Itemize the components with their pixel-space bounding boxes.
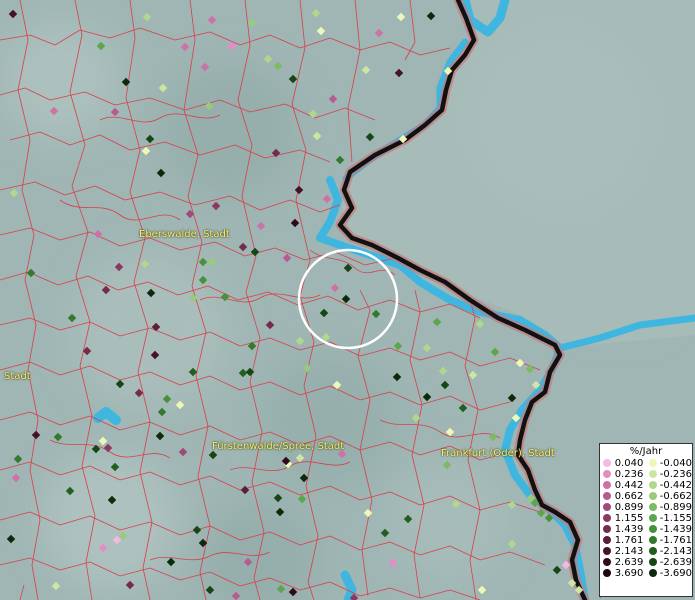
legend-swatch-positive	[603, 546, 613, 557]
legend-dot-negative	[649, 536, 658, 544]
legend-swatch-negative	[649, 535, 659, 546]
legend-row: 2.143 -2.143	[603, 546, 692, 557]
legend-swatch-positive	[603, 568, 613, 579]
legend-dot-positive	[603, 547, 611, 555]
legend-value-negative: -1.761	[659, 535, 692, 546]
legend-dot-negative	[649, 558, 658, 566]
legend-value-positive: 0.899	[614, 502, 644, 513]
legend-dot-positive	[603, 481, 611, 489]
legend-swatch-positive	[603, 502, 613, 513]
legend-swatch-positive	[603, 557, 613, 568]
legend-value-positive: 0.442	[614, 480, 644, 491]
legend-swatch-positive	[603, 458, 613, 469]
legend-value-positive: 0.662	[614, 491, 644, 502]
legend-dot-negative	[649, 514, 658, 522]
legend-dot-positive	[603, 470, 611, 478]
legend-table: 0.040 -0.040 0.236 -0.236 0.442 -0.442 0.662 -0…	[603, 458, 692, 579]
legend-row: 0.662 -0.662	[603, 491, 692, 502]
legend-swatch-negative	[649, 469, 659, 480]
legend-swatch-negative	[649, 568, 659, 579]
legend-swatch-negative	[649, 557, 659, 568]
legend-dot-positive	[603, 558, 611, 566]
city-label-eberswalde: Eberswalde, Stadt	[139, 229, 230, 240]
legend-row: 1.439 -1.439	[603, 524, 692, 535]
legend-dot-positive	[603, 514, 611, 522]
legend-dot-negative	[649, 503, 658, 511]
legend: %/Jahr 0.040 -0.040 0.236 -0.236 0.442 -0.442…	[599, 443, 693, 597]
legend-row: 0.899 -0.899	[603, 502, 692, 513]
legend-title: %/Jahr	[629, 446, 663, 457]
legend-row: 0.442 -0.442	[603, 480, 692, 491]
city-label-frankfurt-oder: Frankfurt (Oder), Stadt	[441, 448, 555, 459]
legend-value-positive: 0.236	[614, 469, 644, 480]
legend-swatch-negative	[649, 491, 659, 502]
legend-dot-positive	[603, 536, 611, 544]
legend-swatch-positive	[603, 480, 613, 491]
legend-swatch-negative	[649, 513, 659, 524]
legend-swatch-positive	[603, 469, 613, 480]
legend-value-negative: -0.040	[659, 458, 692, 469]
legend-value-negative: -3.690	[659, 568, 692, 579]
legend-swatch-negative	[649, 502, 659, 513]
map-canvas[interactable]	[0, 0, 695, 600]
city-label-fuerstenwalde: Fürstenwalde/Spree, Stadt	[212, 441, 345, 452]
legend-value-negative: -0.662	[659, 491, 692, 502]
legend-dot-positive	[603, 525, 611, 533]
legend-value-negative: -1.155	[659, 513, 692, 524]
legend-value-negative: -0.236	[659, 469, 692, 480]
legend-dot-negative	[649, 525, 658, 533]
legend-dot-positive	[603, 459, 611, 467]
legend-swatch-negative	[649, 546, 659, 557]
legend-dot-negative	[649, 459, 658, 467]
legend-dot-positive	[603, 492, 611, 500]
legend-row: 3.690 -3.690	[603, 568, 692, 579]
legend-swatch-negative	[649, 480, 659, 491]
legend-value-positive: 2.143	[614, 546, 644, 557]
legend-swatch-positive	[603, 513, 613, 524]
legend-swatch-negative	[649, 458, 659, 469]
legend-value-negative: -2.143	[659, 546, 692, 557]
legend-row: 0.040 -0.040	[603, 458, 692, 469]
legend-swatch-positive	[603, 524, 613, 535]
legend-swatch-positive	[603, 491, 613, 502]
legend-row: 1.761 -1.761	[603, 535, 692, 546]
legend-value-negative: -0.442	[659, 480, 692, 491]
legend-dot-negative	[649, 547, 658, 555]
legend-value-positive: 3.690	[614, 568, 644, 579]
legend-dot-negative	[649, 481, 658, 489]
legend-dot-positive	[603, 503, 611, 511]
legend-value-positive: 1.155	[614, 513, 644, 524]
legend-dot-negative	[649, 569, 658, 577]
legend-value-negative: -2.639	[659, 557, 692, 568]
legend-row: 0.236 -0.236	[603, 469, 692, 480]
legend-value-positive: 1.439	[614, 524, 644, 535]
legend-row: 1.155 -1.155	[603, 513, 692, 524]
legend-value-negative: -0.899	[659, 502, 692, 513]
legend-value-positive: 1.761	[614, 535, 644, 546]
legend-dot-positive	[603, 569, 611, 577]
legend-value-positive: 2.639	[614, 557, 644, 568]
legend-value-negative: -1.439	[659, 524, 692, 535]
legend-row: 2.639 -2.639	[603, 557, 692, 568]
legend-swatch-positive	[603, 535, 613, 546]
city-label-edge: Stadt	[4, 371, 31, 382]
legend-value-positive: 0.040	[614, 458, 644, 469]
legend-dot-negative	[649, 470, 658, 478]
legend-swatch-negative	[649, 524, 659, 535]
legend-dot-negative	[649, 492, 658, 500]
